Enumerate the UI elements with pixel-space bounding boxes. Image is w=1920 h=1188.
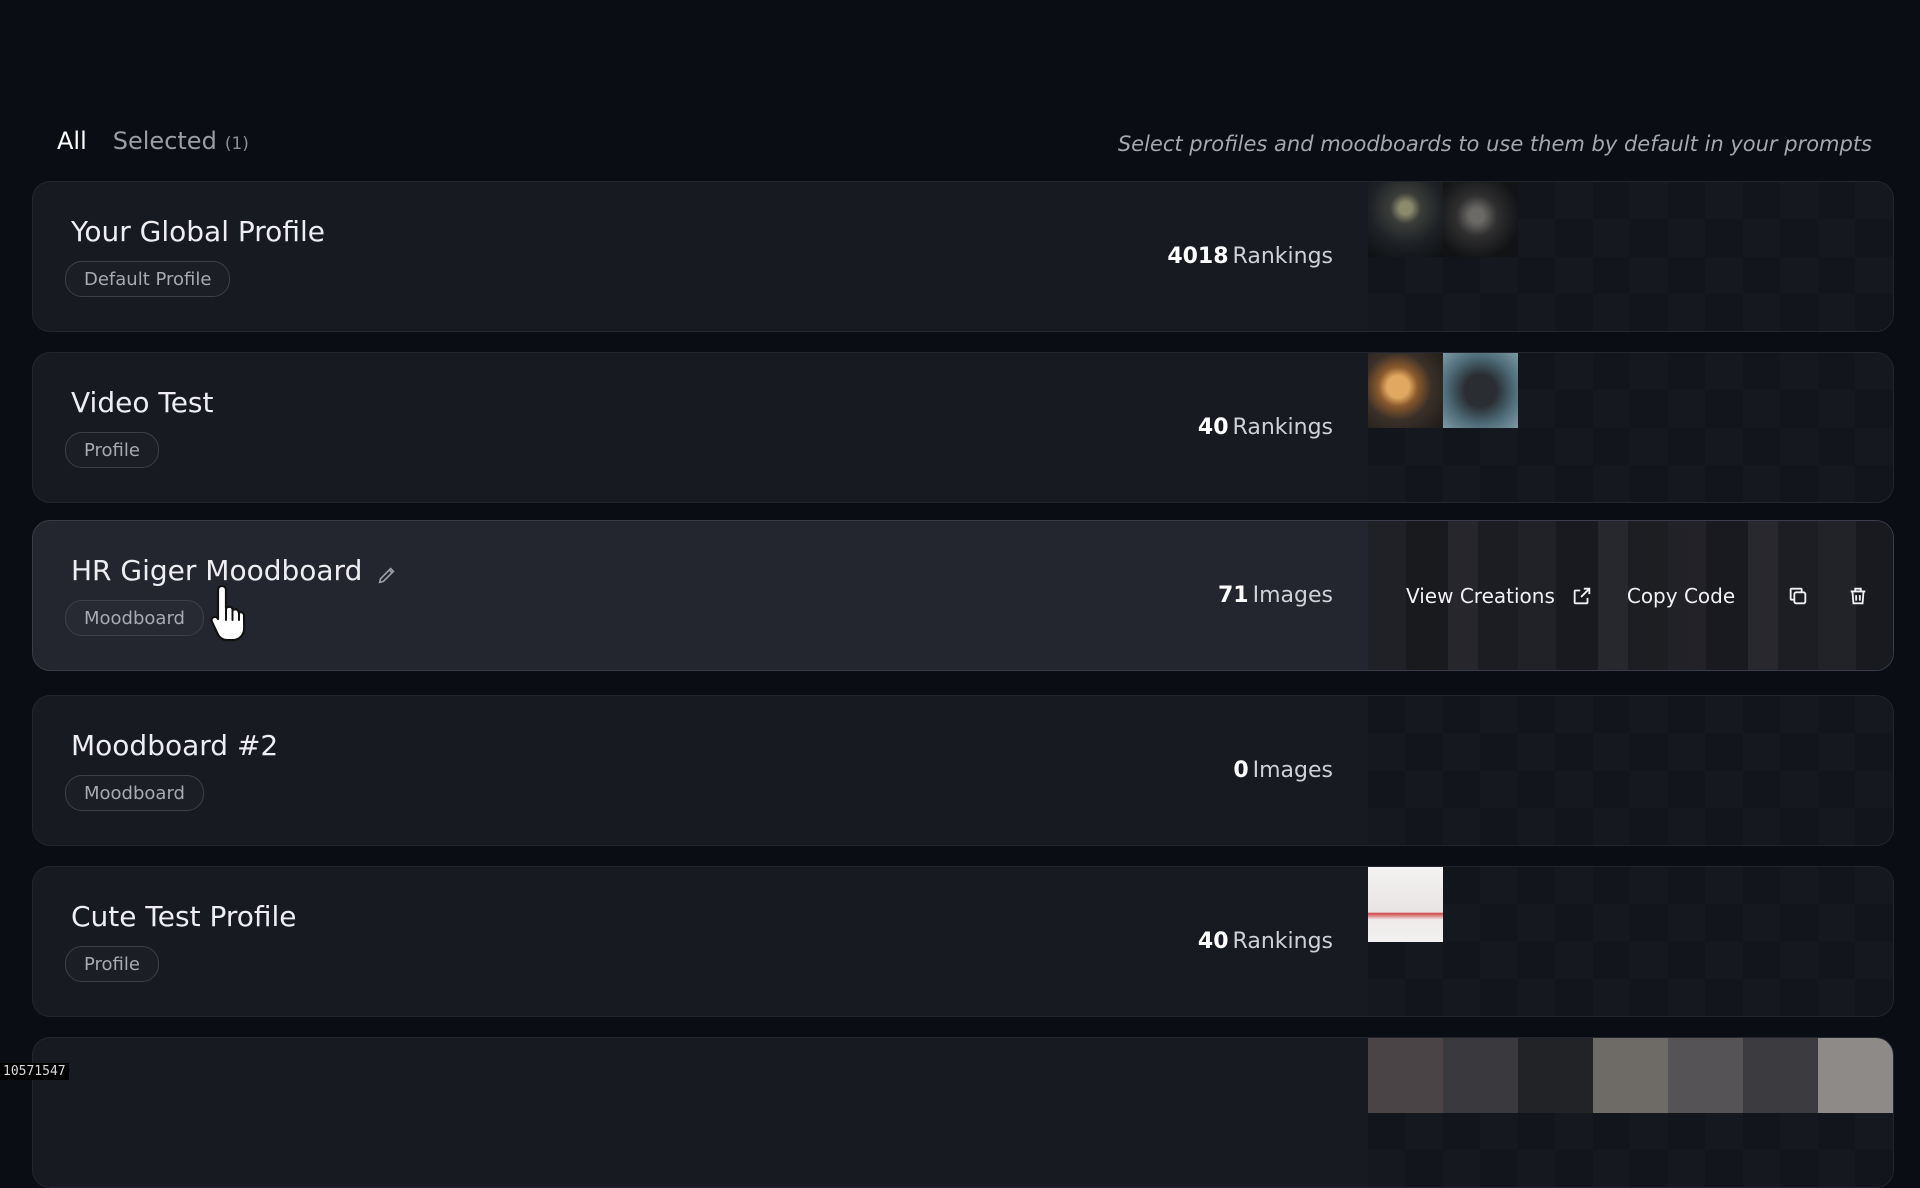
tab-selected-label: Selected xyxy=(112,127,217,155)
thumbnail xyxy=(1443,182,1518,257)
thumbnail xyxy=(1368,182,1443,257)
external-link-icon xyxy=(1571,585,1593,607)
thumbnail xyxy=(1368,1038,1443,1113)
count-label: Images xyxy=(1252,583,1333,608)
trash-icon[interactable] xyxy=(1847,585,1869,607)
card-title: Video Test xyxy=(71,386,214,419)
card-title: Moodboard #2 xyxy=(71,729,279,762)
thumbnail-strip xyxy=(1368,353,1893,502)
thumbnail xyxy=(1593,1038,1668,1113)
type-badge: Profile xyxy=(65,946,159,982)
card-title: Your Global Profile xyxy=(71,215,325,248)
thumbnail-strip xyxy=(1368,696,1893,845)
filter-tabs: All Selected (1) xyxy=(57,127,249,155)
thumbnail-strip xyxy=(1368,867,1893,1016)
tab-selected-count: (1) xyxy=(224,134,249,154)
profile-card-cute-test[interactable]: Cute Test Profile Profile 40 Rankings xyxy=(32,866,1894,1017)
profile-card-global[interactable]: Your Global Profile Default Profile 4018… xyxy=(32,181,1894,332)
moodboard-card-2[interactable]: Moodboard #2 Moodboard 0 Images xyxy=(32,695,1894,846)
view-creations-button[interactable]: View Creations xyxy=(1406,584,1593,608)
profile-card-video-test[interactable]: Video Test Profile 40 Rankings xyxy=(32,352,1894,503)
thumbnail xyxy=(1443,353,1518,428)
rankings-count: 40 Rankings xyxy=(1198,929,1333,954)
card-title: Cute Test Profile xyxy=(71,900,297,933)
count-number: 40 xyxy=(1197,415,1229,440)
count-label: Rankings xyxy=(1232,929,1333,954)
thumbnail xyxy=(1518,1038,1593,1113)
images-count: 0 Images xyxy=(1233,758,1333,783)
type-badge: Default Profile xyxy=(65,261,231,297)
count-number: 0 xyxy=(1233,758,1249,783)
count-number: 4018 xyxy=(1167,244,1229,269)
thumbnail xyxy=(1818,1038,1893,1113)
hand-cursor-icon xyxy=(208,582,252,642)
thumbnail-strip xyxy=(1368,1038,1893,1187)
thumbnail-strip xyxy=(1368,182,1893,331)
pencil-icon[interactable] xyxy=(376,560,398,583)
rankings-count: 40 Rankings xyxy=(1198,415,1333,440)
thumbnail xyxy=(1368,867,1443,942)
count-number: 40 xyxy=(1197,929,1229,954)
thumbnail-strip: View Creations Copy Code xyxy=(1368,521,1893,670)
hint-text: Select profiles and moodboards to use th… xyxy=(1117,132,1872,156)
profile-card-partial[interactable] xyxy=(32,1037,1894,1188)
type-badge: Moodboard xyxy=(65,775,204,811)
count-label: Images xyxy=(1252,758,1333,783)
copy-icon[interactable] xyxy=(1787,585,1809,607)
type-badge: Moodboard xyxy=(65,600,204,636)
tab-all[interactable]: All xyxy=(57,127,87,155)
count-label: Rankings xyxy=(1232,244,1333,269)
count-number: 71 xyxy=(1218,583,1249,608)
rankings-count: 4018 Rankings xyxy=(1167,244,1333,269)
thumbnail xyxy=(1743,1038,1818,1113)
moodboard-card-hr-giger[interactable]: HR Giger Moodboard Moodboard 71 Images Vi… xyxy=(32,520,1894,671)
count-label: Rankings xyxy=(1232,415,1333,440)
thumbnail xyxy=(1443,1038,1518,1113)
images-count: 71 Images xyxy=(1218,583,1333,608)
copy-code-label: Copy Code xyxy=(1626,583,1736,608)
thumbnail xyxy=(1668,1038,1743,1113)
status-id: 10571547 xyxy=(0,1063,69,1080)
thumbnail xyxy=(1368,353,1443,428)
copy-code-button[interactable]: Copy Code xyxy=(1627,584,1735,608)
tab-selected[interactable]: Selected (1) xyxy=(113,127,249,155)
view-creations-label: View Creations xyxy=(1406,583,1555,608)
type-badge: Profile xyxy=(65,432,159,468)
card-actions: View Creations Copy Code xyxy=(1368,521,1893,670)
